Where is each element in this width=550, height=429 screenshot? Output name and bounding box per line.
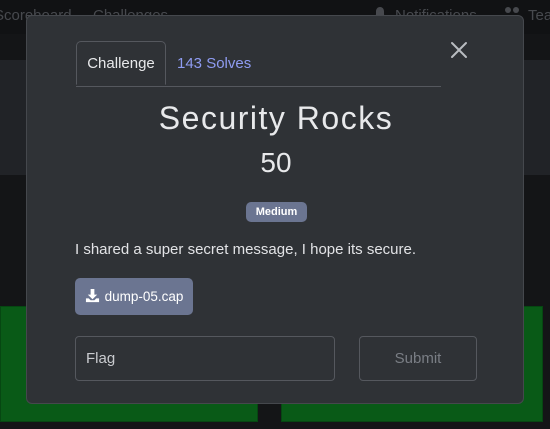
challenge-points: 50 — [260, 147, 292, 178]
download-file-button[interactable]: dump-05.cap — [75, 278, 193, 315]
challenge-description: I shared a super secret message, I hope … — [75, 241, 417, 258]
close-icon[interactable] — [447, 38, 471, 62]
file-name-label: dump-05.cap — [104, 289, 184, 304]
download-icon — [85, 288, 100, 306]
challenge-modal: Challenge 143 Solves Security Rocks 50 M… — [26, 15, 524, 404]
challenge-title: Security Rocks — [158, 100, 394, 136]
difficulty-badge: Medium — [246, 202, 307, 222]
flag-input[interactable] — [75, 336, 335, 381]
tab-challenge[interactable]: Challenge — [76, 41, 166, 85]
submit-button[interactable]: Submit — [359, 336, 477, 381]
modal-tabs: Challenge 143 Solves — [76, 41, 441, 87]
tab-solves[interactable]: 143 Solves — [177, 41, 251, 85]
